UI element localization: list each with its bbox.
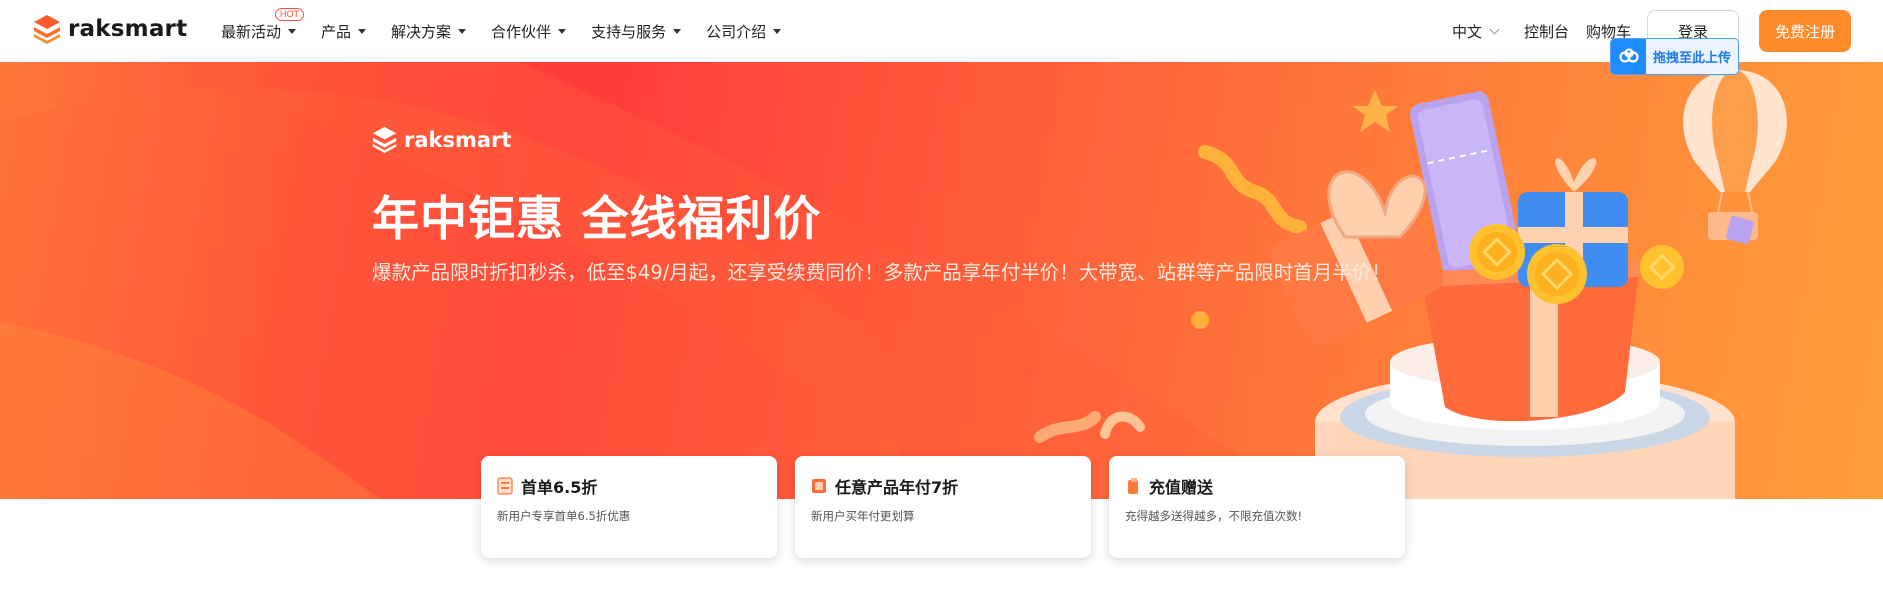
language-label: 中文 xyxy=(1452,23,1483,41)
caret-down-icon xyxy=(558,28,567,34)
promo-card-annual-discount[interactable]: 任意产品年付7折 新用户买年付更划算 xyxy=(795,456,1091,558)
menu-item-products[interactable]: 产品 xyxy=(321,21,367,42)
promo-card-title: 充值赠送 xyxy=(1149,478,1214,497)
promo-card-title: 首单6.5折 xyxy=(521,478,598,497)
menu-item-about[interactable]: 公司介绍 xyxy=(706,21,782,42)
menu-item-label: 解决方案 xyxy=(391,22,452,41)
raksmart-logo-icon xyxy=(372,126,397,153)
top-navigation: raksmart 最新活动 HOT 产品 解决方案 合作伙伴 支持与服务 公司介… xyxy=(0,0,1883,62)
banner-brand-logo: raksmart xyxy=(372,126,511,153)
promo-card-title: 任意产品年付7折 xyxy=(835,478,959,497)
caret-down-icon xyxy=(458,28,467,34)
caret-down-icon xyxy=(288,28,297,34)
raksmart-logo-icon xyxy=(34,15,60,44)
promo-card-description: 充得越多送得越多，不限充值次数! xyxy=(1125,509,1303,523)
menu-item-label: 最新活动 xyxy=(221,22,282,41)
star-icon xyxy=(1352,90,1398,132)
caret-down-icon xyxy=(358,28,367,34)
coupon-icon xyxy=(497,477,513,495)
language-selector[interactable]: 中文 xyxy=(1452,21,1500,42)
menu-item-label: 产品 xyxy=(321,22,352,41)
console-link[interactable]: 控制台 xyxy=(1524,21,1569,42)
caret-down-icon xyxy=(673,28,682,34)
brand-name: raksmart xyxy=(68,16,188,42)
promo-cards: 首单6.5折 新用户专享首单6.5折优惠 任意产品年付7折 新用户买年付更划算 … xyxy=(481,456,1405,558)
wallet-icon xyxy=(1128,478,1138,494)
banner-title: 年中钜惠 全线福利价 xyxy=(372,192,822,247)
drag-upload-widget[interactable]: 拖拽至此上传 xyxy=(1610,38,1739,75)
menu-item-label: 支持与服务 xyxy=(591,22,667,41)
chevron-down-icon xyxy=(1489,24,1500,35)
hot-badge: HOT xyxy=(275,7,305,21)
banner-brand-name: raksmart xyxy=(404,127,512,152)
menu-item-support[interactable]: 支持与服务 xyxy=(591,21,682,42)
menu-item-label: 合作伙伴 xyxy=(491,22,552,41)
promo-card-description: 新用户买年付更划算 xyxy=(811,509,915,523)
promo-card-description: 新用户专享首单6.5折优惠 xyxy=(497,509,631,523)
gift-card-icon xyxy=(812,479,826,493)
caret-down-icon xyxy=(773,28,782,34)
main-menu: 最新活动 HOT 产品 解决方案 合作伙伴 支持与服务 公司介绍 xyxy=(221,0,782,62)
menu-item-solutions[interactable]: 解决方案 xyxy=(391,21,467,42)
menu-item-partners[interactable]: 合作伙伴 xyxy=(491,21,567,42)
hot-air-balloon-icon xyxy=(1683,70,1787,245)
menu-item-label: 公司介绍 xyxy=(706,22,767,41)
upload-cloud-icon xyxy=(1611,39,1646,74)
promo-card-recharge-bonus[interactable]: 充值赠送 充得越多送得越多，不限充值次数! xyxy=(1109,456,1405,558)
promo-card-first-order[interactable]: 首单6.5折 新用户专享首单6.5折优惠 xyxy=(481,456,777,558)
brand-logo[interactable]: raksmart xyxy=(33,14,187,44)
upload-hint-label: 拖拽至此上传 xyxy=(1653,51,1732,66)
menu-item-latest-activities[interactable]: 最新活动 HOT xyxy=(221,7,305,42)
banner-subtitle: 爆款产品限时折扣秒杀，低至$49/月起，还享受续费同价！多款产品享年付半价！大带… xyxy=(372,261,1391,284)
register-button[interactable]: 免费注册 xyxy=(1759,10,1851,52)
hero-banner: raksmart 年中钜惠 全线福利价 爆款产品限时折扣秒杀，低至$49/月起，… xyxy=(0,62,1883,499)
